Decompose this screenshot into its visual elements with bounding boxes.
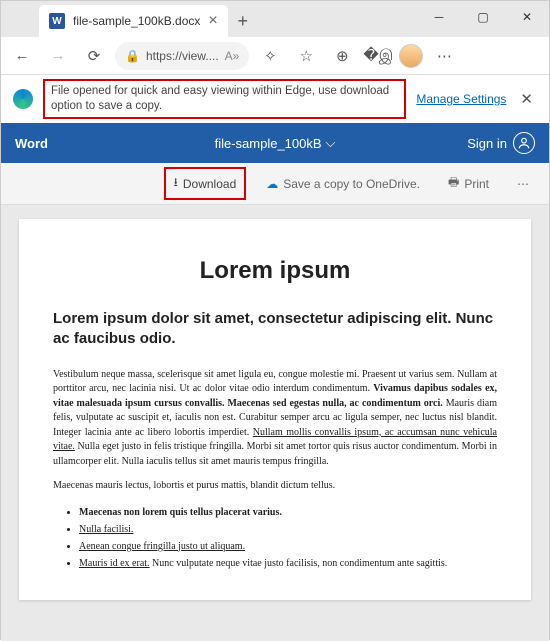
list-item: Aenean congue fringilla justo ut aliquam… <box>79 538 497 555</box>
save-onedrive-button[interactable]: ☁ Save a copy to OneDrive. <box>258 173 428 195</box>
edge-icon <box>13 89 33 109</box>
manage-settings-link[interactable]: Manage Settings <box>416 92 506 106</box>
document-viewport[interactable]: Lorem ipsum Lorem ipsum dolor sit amet, … <box>1 205 549 641</box>
new-tab-button[interactable]: + <box>228 5 258 37</box>
share-icon[interactable]: �இ <box>363 41 393 71</box>
menu-button[interactable]: ⋯ <box>429 41 459 71</box>
read-aloud-icon[interactable]: A» <box>225 49 240 63</box>
word-toolbar: ⭳ Download ☁ Save a copy to OneDrive. 🖶 … <box>1 163 549 205</box>
close-tab-icon[interactable]: × <box>208 12 217 30</box>
url-input[interactable]: 🔒 https://view.... A» <box>115 42 249 70</box>
extensions-icon[interactable]: ✧ <box>255 41 285 71</box>
chevron-down-icon: ⌵ <box>326 135 336 151</box>
collections-icon[interactable]: ⊕ <box>327 41 357 71</box>
list-item: Mauris id ex erat. Nunc vulputate neque … <box>79 555 497 572</box>
paragraph-1: Vestibulum neque massa, scelerisque sit … <box>53 368 497 470</box>
user-icon <box>513 132 535 154</box>
url-text: https://view.... <box>146 49 219 63</box>
download-button[interactable]: ⭳ Download <box>164 167 247 200</box>
doc-title: Lorem ipsum <box>53 257 497 285</box>
print-button[interactable]: 🖶 Print <box>440 169 497 198</box>
address-bar: ← → ⟳ 🔒 https://view.... A» ✧ ☆ ⊕ �இ ⋯ <box>1 37 549 75</box>
word-online-header: Word file-sample_100kB ⌵ Sign in <box>1 123 549 163</box>
app-name: Word <box>15 136 48 151</box>
list-item: Nulla facilisi. <box>79 521 497 538</box>
close-window-button[interactable]: ✕ <box>505 1 549 33</box>
window-controls: ─ ▢ ✕ <box>417 1 549 33</box>
lock-icon: 🔒 <box>125 49 140 63</box>
bullet-list: Maecenas non lorem quis tellus placerat … <box>53 504 497 572</box>
more-button[interactable]: ⋯ <box>509 173 537 195</box>
refresh-button[interactable]: ⟳ <box>79 41 109 71</box>
paragraph-2: Maecenas mauris lectus, lobortis et puru… <box>53 479 497 494</box>
tab-title: file-sample_100kB.docx <box>73 14 200 28</box>
doc-subtitle: Lorem ipsum dolor sit amet, consectetur … <box>53 309 497 350</box>
cloud-icon: ☁ <box>266 177 278 191</box>
sign-in-button[interactable]: Sign in <box>467 132 535 154</box>
window-titlebar: W file-sample_100kB.docx × + ─ ▢ ✕ <box>1 1 549 37</box>
favorites-icon[interactable]: ☆ <box>291 41 321 71</box>
document-name[interactable]: file-sample_100kB ⌵ <box>215 135 336 151</box>
print-icon: 🖶 <box>448 173 459 194</box>
list-item: Maecenas non lorem quis tellus placerat … <box>79 504 497 521</box>
document-page: Lorem ipsum Lorem ipsum dolor sit amet, … <box>19 219 531 600</box>
profile-avatar[interactable] <box>399 44 423 68</box>
info-bar: File opened for quick and easy viewing w… <box>1 75 549 123</box>
minimize-button[interactable]: ─ <box>417 1 461 33</box>
info-close-button[interactable]: ✕ <box>516 90 537 108</box>
word-file-icon: W <box>49 13 65 29</box>
forward-button[interactable]: → <box>43 41 73 71</box>
maximize-button[interactable]: ▢ <box>461 1 505 33</box>
browser-tab[interactable]: W file-sample_100kB.docx × <box>39 5 228 37</box>
info-message: File opened for quick and easy viewing w… <box>43 79 406 119</box>
back-button[interactable]: ← <box>7 41 37 71</box>
download-icon: ⭳ <box>174 173 178 194</box>
